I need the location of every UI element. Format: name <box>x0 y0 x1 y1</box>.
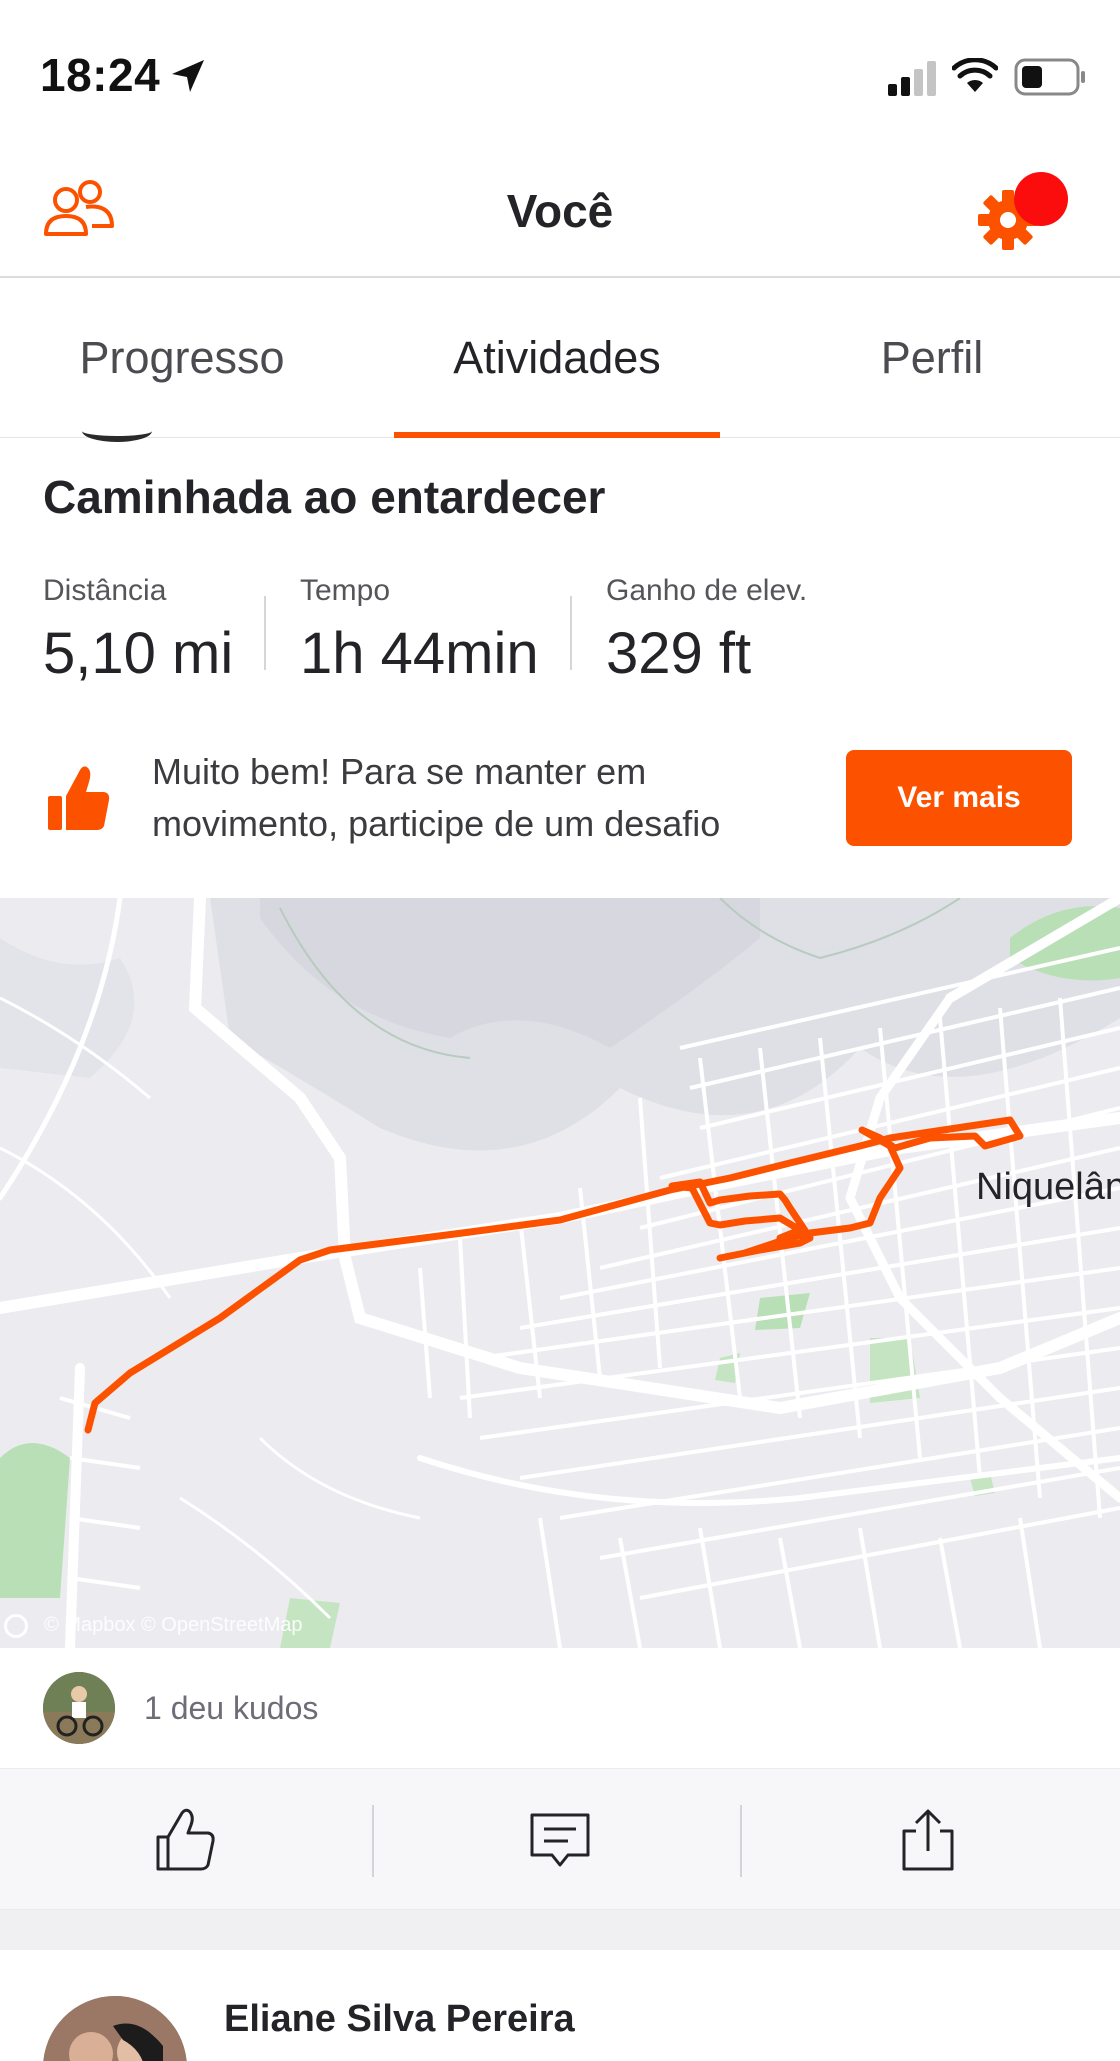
stat-time: Tempo 1h 44min <box>300 574 539 687</box>
kudos-row[interactable]: 1 deu kudos <box>0 1648 1120 1768</box>
location-arrow-icon <box>172 60 204 92</box>
feed-card-next[interactable]: Eliane Silva Pereira <box>0 1950 1120 2061</box>
tab-progresso[interactable]: Progresso <box>42 278 322 438</box>
action-bar <box>0 1768 1120 1910</box>
tab-perfil[interactable]: Perfil <box>818 278 1046 438</box>
status-bar: 18:24 <box>0 0 1120 150</box>
map-canvas <box>0 898 1120 1648</box>
tab-atividades[interactable]: Atividades <box>394 278 720 438</box>
see-more-button[interactable]: Ver mais <box>846 750 1072 846</box>
thumbs-up-outline-icon <box>156 1808 215 1871</box>
share-icon <box>902 1809 954 1871</box>
thumbs-up-icon <box>48 766 110 830</box>
map-place-label: Niquelân <box>976 1166 1120 1208</box>
promo-text: Muito bem! Para se manter em movimento, … <box>152 751 721 844</box>
map-attribution[interactable]: © Mapbox © OpenStreetMap <box>44 1614 303 1637</box>
kudos-avatar <box>43 1672 115 1744</box>
stat-label: Tempo <box>300 574 391 607</box>
stat-divider <box>264 596 266 670</box>
status-time: 18:24 <box>40 49 161 101</box>
activity-title[interactable]: Caminhada ao entardecer <box>43 470 605 524</box>
feed-separator <box>0 1910 1120 1950</box>
stat-label: Distância <box>43 574 167 607</box>
stat-elevation: Ganho de elev. 329 ft <box>606 574 807 687</box>
mapbox-logo-icon <box>4 1614 28 1638</box>
activity-map[interactable]: Niquelân © Mapbox © OpenStreetMap <box>0 898 1120 1648</box>
kudos-count-text: 1 deu kudos <box>144 1690 319 1726</box>
notification-dot <box>1014 172 1068 226</box>
athlete-avatar-partial <box>82 420 152 442</box>
page-title: Você <box>506 185 614 237</box>
athlete-name[interactable]: Eliane Silva Pereira <box>224 1998 575 2041</box>
app-header: Você <box>0 150 1120 278</box>
stat-value: 329 ft <box>606 621 752 686</box>
stat-value: 5,10 mi <box>43 621 234 686</box>
wifi-icon <box>952 58 998 92</box>
active-tab-indicator <box>394 432 720 438</box>
comment-button[interactable] <box>374 1769 746 1911</box>
cellular-signal-icon <box>888 61 936 96</box>
athlete-avatar[interactable] <box>43 1996 187 2061</box>
stat-label: Ganho de elev. <box>606 574 808 607</box>
tab-bar: Progresso Atividades Perfil <box>0 278 1120 438</box>
battery-icon <box>1014 58 1085 96</box>
give-kudos-button[interactable] <box>0 1769 372 1911</box>
stat-divider <box>570 596 572 670</box>
comment-icon <box>530 1813 590 1867</box>
stat-distance: Distância 5,10 mi <box>43 574 233 687</box>
stat-value: 1h 44min <box>300 621 539 686</box>
share-button[interactable] <box>742 1769 1114 1911</box>
settings-button[interactable] <box>976 172 1072 262</box>
